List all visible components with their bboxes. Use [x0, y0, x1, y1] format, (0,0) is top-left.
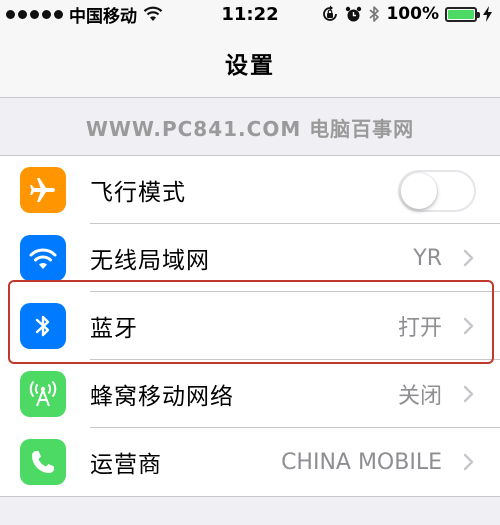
- chevron-right-icon: [463, 249, 474, 267]
- carrier-name: 中国移动: [69, 6, 137, 27]
- rotation-lock-icon: [323, 5, 338, 21]
- charging-bolt-icon: [483, 6, 492, 22]
- bluetooth-value: 打开: [397, 316, 442, 341]
- status-bar-right: 100%: [321, 4, 492, 24]
- wifi-icon: [20, 235, 66, 281]
- settings-row-wifi[interactable]: 无线局域网 YR: [0, 224, 500, 292]
- wifi-status-icon: [143, 6, 163, 21]
- settings-list: 飞行模式 无线局域网 YR 蓝牙 打开 蜂窝移动网络 关闭 运营商 CHINA …: [0, 155, 500, 497]
- toggle-knob: [401, 173, 437, 209]
- carrier-label: 运营商: [90, 452, 162, 478]
- cellular-value: 关闭: [397, 384, 442, 409]
- phone-icon: [20, 439, 66, 485]
- cellular-antenna-icon: [20, 371, 66, 417]
- bluetooth-status-icon: [369, 6, 380, 22]
- chevron-right-icon: [463, 317, 474, 335]
- alarm-icon: [346, 6, 362, 21]
- wifi-label: 无线局域网: [90, 248, 210, 274]
- status-bar-left: 中国移动: [6, 2, 163, 27]
- status-bar: 中国移动 11:22 100%: [0, 0, 500, 28]
- cellular-label: 蜂窝移动网络: [90, 384, 234, 410]
- carrier-value: CHINA MOBILE: [281, 449, 442, 475]
- chevron-right-icon: [463, 453, 474, 471]
- bluetooth-icon: [20, 303, 66, 349]
- settings-row-airplane-mode[interactable]: 飞行模式: [0, 156, 500, 224]
- page-title: 设置: [225, 52, 275, 79]
- signal-dots-icon: [6, 9, 63, 19]
- navigation-bar: 设置: [0, 28, 500, 98]
- battery-icon: [445, 6, 480, 22]
- airplane-icon: [20, 167, 66, 213]
- status-time: 11:22: [221, 3, 279, 25]
- watermark-text: WWW.PC841.COM 电脑百事网: [85, 116, 415, 141]
- settings-row-bluetooth[interactable]: 蓝牙 打开: [0, 292, 500, 360]
- airplane-mode-toggle[interactable]: [398, 170, 476, 212]
- battery-percent: 100%: [386, 4, 439, 24]
- settings-row-cellular[interactable]: 蜂窝移动网络 关闭: [0, 360, 500, 428]
- wifi-value: YR: [413, 245, 442, 271]
- settings-row-carrier[interactable]: 运营商 CHINA MOBILE: [0, 428, 500, 496]
- airplane-mode-label: 飞行模式: [90, 180, 186, 206]
- bluetooth-label: 蓝牙: [90, 316, 138, 342]
- chevron-right-icon: [463, 385, 474, 403]
